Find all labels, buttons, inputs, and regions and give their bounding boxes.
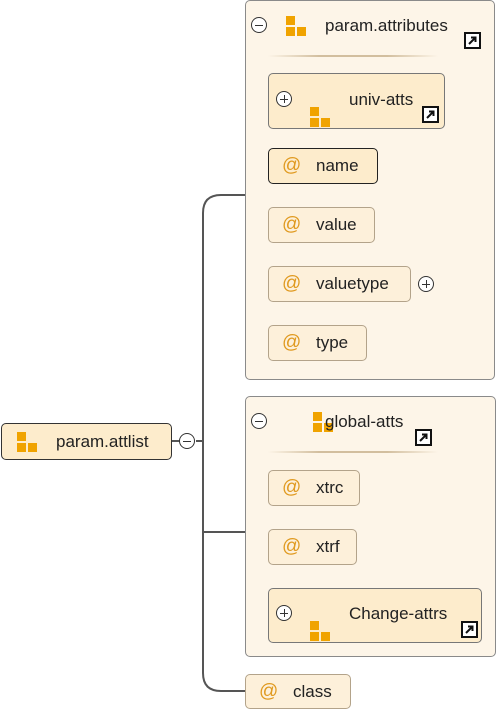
attribute-label: name xyxy=(316,156,359,175)
group2-title: global-atts xyxy=(325,412,404,431)
change-attrs-expand-toggle[interactable] xyxy=(276,605,292,621)
attribute-icon: @ xyxy=(282,477,302,498)
attribute-icon: @ xyxy=(282,214,302,235)
attribute-label: value xyxy=(316,215,357,234)
attribute-class[interactable]: @ class xyxy=(245,674,351,709)
group1-title: param.attributes xyxy=(325,16,448,35)
root-element-node[interactable]: param.attlist xyxy=(1,423,172,460)
element-icon xyxy=(309,106,331,128)
attribute-label: xtrc xyxy=(316,478,344,497)
attribute-icon: @ xyxy=(259,680,279,702)
attribute-icon: @ xyxy=(282,273,302,294)
element-icon xyxy=(16,431,38,453)
group1-separator xyxy=(268,55,438,57)
attribute-xtrf[interactable]: @ xtrf xyxy=(268,529,357,565)
group2-separator xyxy=(268,451,438,453)
root-element-label: param.attlist xyxy=(56,431,149,451)
attribute-label: type xyxy=(316,333,349,352)
root-collapse-toggle[interactable] xyxy=(179,433,195,449)
change-attrs-link-icon[interactable] xyxy=(461,621,478,638)
attribute-xtrc[interactable]: @ xtrc xyxy=(268,470,360,506)
univ-atts-label: univ-atts xyxy=(349,90,414,109)
attribute-label: valuetype xyxy=(316,274,389,293)
valuetype-expand-toggle[interactable] xyxy=(418,276,434,292)
attribute-label: xtrf xyxy=(316,537,340,556)
attribute-icon: @ xyxy=(282,536,302,557)
attribute-label: class xyxy=(293,681,332,701)
attribute-value[interactable]: @ value xyxy=(268,207,375,243)
change-attrs-label: Change-attrs xyxy=(349,604,448,623)
group1-icon xyxy=(285,15,307,37)
group1-collapse-toggle[interactable] xyxy=(251,17,267,33)
group2-link-icon[interactable] xyxy=(415,429,432,446)
attribute-name[interactable]: @ name xyxy=(268,148,378,184)
attribute-icon: @ xyxy=(282,155,302,176)
group1-link-icon[interactable] xyxy=(464,32,481,49)
univ-atts-node[interactable]: univ-atts xyxy=(268,73,445,129)
group2-collapse-toggle[interactable] xyxy=(251,413,267,429)
attribute-type[interactable]: @ type xyxy=(268,325,367,361)
univ-atts-expand-toggle[interactable] xyxy=(276,91,292,107)
attribute-group-param-attributes xyxy=(245,0,495,380)
attribute-valuetype[interactable]: @ valuetype xyxy=(268,266,411,302)
univ-atts-link-icon[interactable] xyxy=(422,106,439,123)
element-icon xyxy=(309,620,331,642)
attribute-icon: @ xyxy=(282,332,302,353)
change-attrs-node[interactable]: Change-attrs xyxy=(268,588,482,643)
